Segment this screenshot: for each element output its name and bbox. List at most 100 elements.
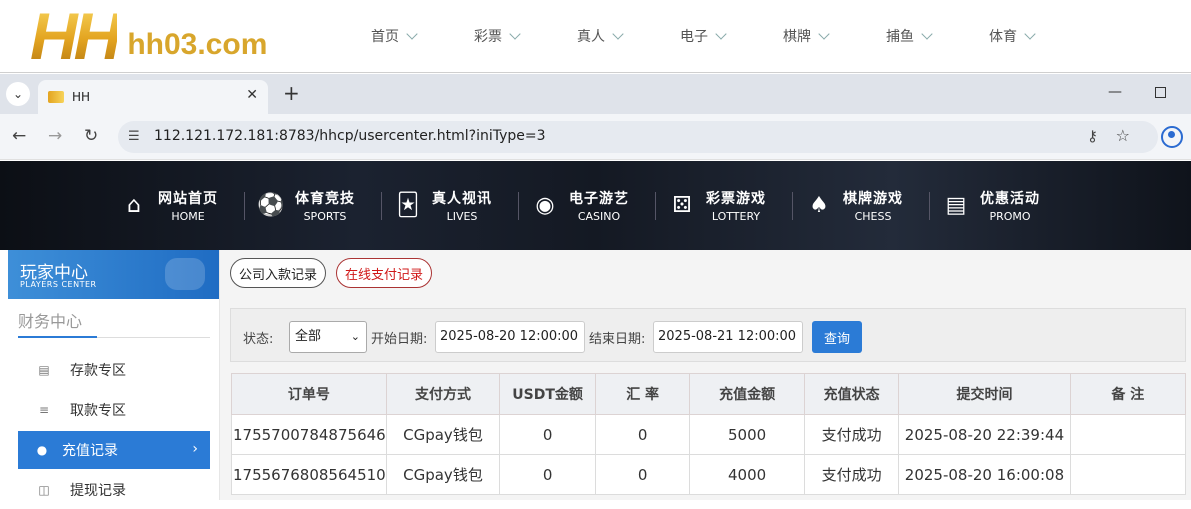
logo-mark: HH — [30, 0, 121, 73]
browser-tabbar: ⌄ HH ✕ + — — [0, 74, 1191, 114]
chevron-down-icon — [921, 27, 933, 40]
section-underline — [18, 336, 97, 338]
box-icon: ◫ — [38, 483, 50, 497]
site-nav-sports[interactable]: 体育 — [989, 26, 1092, 46]
filter-bar: 状态: 全部 ⌄ 开始日期: 2025-08-20 12:00:00 结束日期:… — [230, 308, 1186, 362]
site-nav-electronic[interactable]: 电子 — [680, 26, 783, 46]
sidebar-header: 玩家中心 PLAYERS CENTER — [8, 250, 219, 299]
slot-icon: ◉ — [535, 193, 555, 218]
start-date-label: 开始日期: — [371, 332, 428, 347]
end-date-label: 结束日期: — [589, 332, 646, 347]
usdt-amount-cell: 0 — [499, 454, 596, 495]
query-button[interactable]: 查询 — [812, 321, 862, 353]
spade-icon: ♠ — [809, 193, 829, 218]
status-select[interactable]: 全部 ⌄ — [289, 321, 367, 353]
site-nav-chess[interactable]: 棋牌 — [783, 26, 886, 46]
star-icon[interactable]: ☆ — [1116, 126, 1130, 145]
home-icon: ⌂ — [127, 193, 141, 218]
cards-icon: 🃏 — [396, 193, 420, 218]
browser-toolbar: ← → ↻ ☰ 112.121.172.181:8783/hhcp/userce… — [0, 114, 1191, 160]
dice-icon: ⚄ — [672, 193, 692, 218]
new-tab-button[interactable]: + — [283, 82, 300, 104]
sidebar-subtitle: PLAYERS CENTER — [20, 280, 97, 289]
recharge-amount-cell: 5000 — [689, 414, 805, 455]
forward-icon[interactable]: → — [48, 126, 62, 146]
withdraw-icon: ≡ — [38, 403, 50, 417]
usdt-amount-cell: 0 — [499, 414, 596, 455]
key-icon[interactable]: ⚷ — [1087, 127, 1098, 145]
back-icon[interactable]: ← — [12, 126, 26, 146]
banner-nav-lottery[interactable]: ⚄ 彩票游戏 LOTTERY — [655, 186, 805, 226]
close-icon[interactable]: ✕ — [246, 87, 258, 103]
site-header: HH hh03.com 首页 彩票 真人 电子 棋牌 捕鱼 体育 — [0, 0, 1191, 73]
sidebar-item-recharge-records[interactable]: ● 充值记录 › — [18, 431, 210, 469]
address-bar[interactable]: ☰ 112.121.172.181:8783/hhcp/usercenter.h… — [118, 121, 1158, 153]
submit-time-cell: 2025-08-20 22:39:44 — [898, 414, 1071, 455]
recharge-status-cell: 支付成功 — [803, 454, 900, 495]
site-nav: 首页 彩票 真人 电子 棋牌 捕鱼 体育 — [371, 26, 1092, 46]
col-exchange-rate: 汇 率 — [594, 373, 691, 415]
browser-tab[interactable]: HH ✕ — [38, 80, 268, 114]
site-nav-live[interactable]: 真人 — [577, 26, 680, 46]
end-date-input[interactable]: 2025-08-21 12:00:00 — [653, 321, 803, 353]
payment-method-cell: CGpay钱包 — [385, 454, 501, 495]
col-recharge-status: 充值状态 — [803, 373, 900, 415]
banner-nav-lives[interactable]: 🃏 真人视讯 LIVES — [381, 186, 531, 226]
minimize-button[interactable]: — — [1108, 84, 1122, 100]
exchange-rate-cell: 0 — [594, 454, 691, 495]
gift-icon: ▤ — [945, 193, 967, 218]
tab-search-button[interactable]: ⌄ — [6, 82, 30, 106]
sidebar-item-withdraw-records[interactable]: ◫ 提现记录 — [18, 471, 210, 509]
chevron-down-icon — [818, 27, 830, 40]
chevron-down-icon — [612, 27, 624, 40]
payment-method-cell: CGpay钱包 — [385, 414, 501, 455]
sidebar-item-withdraw[interactable]: ≡ 取款专区 — [18, 391, 210, 429]
tab-online-payment-records[interactable]: 在线支付记录 — [336, 258, 433, 288]
submit-time-cell: 2025-08-20 16:00:08 — [898, 454, 1071, 495]
remarks-cell — [1069, 414, 1187, 455]
ball-icon: ⚽ — [257, 193, 285, 218]
banner-nav-chess[interactable]: ♠ 棋牌游戏 CHESS — [792, 186, 942, 226]
chevron-down-icon: ⌄ — [350, 330, 360, 343]
main-content: 公司入款记录 在线支付记录 状态: 全部 ⌄ 开始日期: 2025-08-20 … — [220, 250, 1191, 500]
tab-company-deposit-records[interactable]: 公司入款记录 — [230, 258, 327, 288]
recharge-status-cell: 支付成功 — [803, 414, 900, 455]
sidebar-section-title: 财务中心 — [18, 312, 83, 331]
start-date-input[interactable]: 2025-08-20 12:00:00 — [435, 321, 585, 353]
sidebar-item-deposit[interactable]: ▤ 存款专区 — [18, 351, 210, 389]
table-row: 1755676808564510 CGpay钱包 0 0 4000 支付成功 2… — [231, 454, 1187, 495]
chevron-right-icon: › — [192, 441, 198, 457]
col-submit-time: 提交时间 — [898, 373, 1071, 415]
order-no-cell: 1755700784875646 — [231, 414, 387, 455]
maximize-button[interactable] — [1155, 87, 1166, 98]
recharge-amount-cell: 4000 — [689, 454, 805, 495]
tab-title: HH — [72, 90, 91, 104]
records-table: 订单号 支付方式 USDT金额 汇 率 充值金额 充值状态 提交时间 备 注 1… — [231, 373, 1187, 495]
bag-icon: ● — [36, 443, 48, 457]
section-divider — [97, 337, 210, 338]
gamepad-icon — [165, 258, 205, 290]
banner-nav-sports[interactable]: ⚽ 体育竞技 SPORTS — [244, 186, 394, 226]
col-recharge-amount: 充值金额 — [689, 373, 805, 415]
col-order-no: 订单号 — [231, 373, 387, 415]
url-text[interactable]: 112.121.172.181:8783/hhcp/usercenter.htm… — [154, 128, 546, 144]
col-remarks: 备 注 — [1069, 373, 1187, 415]
chevron-down-icon: ⌄ — [12, 87, 24, 101]
col-usdt-amount: USDT金额 — [499, 373, 596, 415]
remarks-cell — [1069, 454, 1187, 495]
site-nav-home[interactable]: 首页 — [371, 26, 474, 46]
col-payment-method: 支付方式 — [385, 373, 501, 415]
banner-nav-casino[interactable]: ◉ 电子游艺 CASINO — [518, 186, 668, 226]
status-label: 状态: — [243, 332, 274, 347]
banner-nav-promo[interactable]: ▤ 优惠活动 PROMO — [929, 186, 1079, 226]
main-banner-nav: ⌂ 网站首页 HOME ⚽ 体育竞技 SPORTS 🃏 真人视讯 LIVES ◉ 电子… — [0, 161, 1191, 250]
site-info-icon[interactable]: ☰ — [128, 129, 140, 144]
player-sidebar: 玩家中心 PLAYERS CENTER 财务中心 ▤ 存款专区 ≡ 取款专区 ●… — [8, 250, 220, 500]
site-nav-fishing[interactable]: 捕鱼 — [886, 26, 989, 46]
banner-nav-home[interactable]: ⌂ 网站首页 HOME — [120, 186, 257, 226]
profile-icon[interactable] — [1161, 126, 1183, 148]
table-row: 1755700784875646 CGpay钱包 0 0 5000 支付成功 2… — [231, 414, 1187, 455]
site-logo[interactable]: HH hh03.com — [30, 0, 267, 73]
site-nav-lottery[interactable]: 彩票 — [474, 26, 577, 46]
reload-icon[interactable]: ↻ — [84, 126, 98, 146]
